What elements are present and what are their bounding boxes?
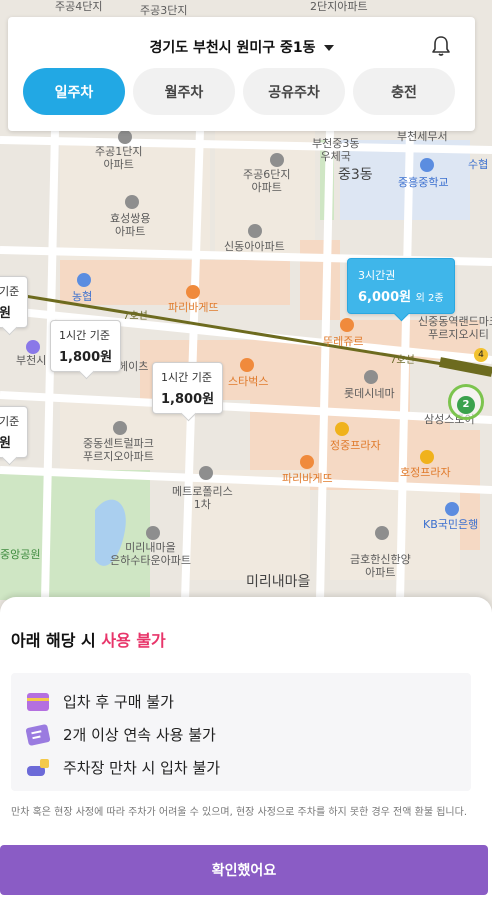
- map-label: 스타벅스: [228, 375, 269, 388]
- map-label: 호정프라자: [400, 466, 451, 479]
- map-label: 주공3단지: [140, 4, 188, 17]
- map-label: 미리내마을 은하수타운아파트: [110, 541, 191, 567]
- map-label: 7호선: [390, 355, 415, 366]
- tab-charging[interactable]: 충전: [353, 68, 455, 115]
- tickets-icon: [25, 723, 51, 746]
- subway-icon: [26, 340, 40, 354]
- bank-icon: [445, 502, 459, 516]
- map-label: 파리바게뜨: [282, 472, 333, 485]
- bakery-icon: [186, 285, 200, 299]
- apartment-icon: [248, 224, 262, 238]
- apartment-icon: [118, 130, 132, 144]
- map-label: 뚜레쥬르: [323, 335, 364, 348]
- map-label: 미리내마을: [246, 574, 311, 590]
- location-selector[interactable]: 경기도 부천시 원미구 중1동: [8, 37, 475, 57]
- notice-text: 만차 혹은 현장 사정에 따라 주차가 어려울 수 있으며, 현장 사정으로 주…: [11, 807, 467, 818]
- top-filter-card: 경기도 부천시 원미구 중1동 일주차 월주차 공유주차 충전: [8, 17, 475, 131]
- usage-restriction-sheet: 아래 해당 시 사용 불가 입차 후 구매 불가 2개 이상 연속 사용 불가 …: [0, 597, 492, 902]
- cafe-icon: [240, 358, 254, 372]
- map-label: 농협: [72, 290, 93, 303]
- confirm-button[interactable]: 확인했어요: [0, 845, 488, 895]
- apartment-icon: [113, 421, 127, 435]
- map-label: KB국민은행: [423, 518, 479, 531]
- map-label: 금호한신한양 아파트: [350, 553, 411, 579]
- map-label: 중흥중학교: [398, 176, 449, 189]
- parking-price-pin[interactable]: 기준 원: [0, 276, 29, 328]
- bell-icon[interactable]: [431, 35, 451, 57]
- map-label: 부천중3동 우체국: [312, 137, 360, 163]
- pin-price: 6,000원: [358, 290, 412, 305]
- map-label: 주공4단지: [55, 0, 103, 13]
- restriction-text: 2개 이상 연속 사용 불가: [63, 726, 216, 744]
- tab-monthly[interactable]: 월주차: [133, 68, 235, 115]
- map-label: 7호선: [123, 311, 148, 322]
- caret-down-icon: [323, 45, 334, 51]
- map-label: 헤이츠: [118, 360, 149, 373]
- restriction-text: 주차장 만차 시 입차 불가: [63, 759, 221, 777]
- bank-icon: [77, 273, 91, 287]
- cinema-icon: [364, 370, 378, 384]
- map-label: 주공6단지 아파트: [243, 168, 291, 194]
- restriction-list: 입차 후 구매 불가 2개 이상 연속 사용 불가 주차장 만차 시 입차 불가: [11, 673, 471, 791]
- pin-price: 1,800원: [59, 350, 113, 365]
- restriction-item: 입차 후 구매 불가: [27, 685, 455, 718]
- pin-extra: 외 2종: [415, 293, 444, 304]
- credit-card-icon: [27, 692, 49, 711]
- pin-label: 1시간 기준: [161, 371, 212, 384]
- car-parking-icon: [27, 758, 49, 777]
- map-label: 효성쌍용 아파트: [110, 212, 151, 238]
- cluster-count-badge[interactable]: 2: [457, 396, 475, 414]
- tab-daily[interactable]: 일주차: [23, 68, 125, 115]
- location-text: 경기도 부천시 원미구 중1동: [149, 40, 316, 56]
- apartment-icon: [270, 153, 284, 167]
- parking-price-pin[interactable]: 1시간 기준 1,800원: [50, 320, 122, 372]
- bakery-icon: [340, 318, 354, 332]
- tab-shared[interactable]: 공유주차: [243, 68, 345, 115]
- map-label: 정중프라자: [330, 439, 381, 452]
- shop-icon: [335, 422, 349, 436]
- restriction-item: 주차장 만차 시 입차 불가: [27, 751, 455, 784]
- parking-price-pin[interactable]: 기준 원: [0, 406, 29, 458]
- apartment-icon: [146, 526, 160, 540]
- shop-icon: [420, 450, 434, 464]
- apartment-icon: [375, 526, 389, 540]
- restriction-text: 입차 후 구매 불가: [63, 693, 174, 711]
- school-icon: [420, 158, 434, 172]
- bakery-icon: [300, 455, 314, 469]
- selected-parking-price-pin[interactable]: 3시간권 6,000원 외 2종: [347, 258, 455, 314]
- pin-price: 원: [0, 436, 11, 451]
- map-label: 부천시: [16, 354, 47, 367]
- map-label: 중동센트럴파크 푸르지오아파트: [83, 437, 154, 463]
- parking-type-tabs: 일주차 월주차 공유주차 충전: [23, 68, 455, 115]
- title-highlight: 사용 불가: [101, 631, 166, 650]
- map-label: 롯데시네마: [344, 387, 395, 400]
- title-prefix: 아래 해당 시: [11, 631, 102, 650]
- pin-label: 1시간 기준: [59, 329, 110, 342]
- parking-price-pin[interactable]: 1시간 기준 1,800원: [152, 362, 224, 414]
- sheet-title: 아래 해당 시 사용 불가: [11, 627, 166, 651]
- map-label: 중3동: [338, 167, 373, 183]
- pin-label: 3시간권: [358, 269, 396, 282]
- map-label: 신중동역랜드마크 푸르지오시티: [418, 315, 492, 341]
- map-label: 신동아아파트: [224, 240, 285, 253]
- map-label: 중앙공원: [0, 548, 41, 561]
- map-label: 파리바게뜨: [168, 301, 219, 314]
- apartment-icon: [125, 195, 139, 209]
- pin-label: 기준: [0, 415, 20, 428]
- restriction-item: 2개 이상 연속 사용 불가: [25, 718, 455, 751]
- map-label: 주공1단지 아파트: [95, 145, 143, 171]
- map-label: 메트로폴리스 1차: [172, 485, 233, 511]
- pin-price: 1,800원: [161, 392, 215, 407]
- map-label: 부천세무서: [397, 130, 448, 143]
- pin-price: 원: [0, 306, 11, 321]
- pin-label: 기준: [0, 285, 20, 298]
- map-label: 수협: [468, 158, 489, 171]
- station-number-marker: 4: [474, 348, 488, 362]
- apartment-icon: [199, 466, 213, 480]
- map-label: 2단지아파트: [310, 0, 368, 13]
